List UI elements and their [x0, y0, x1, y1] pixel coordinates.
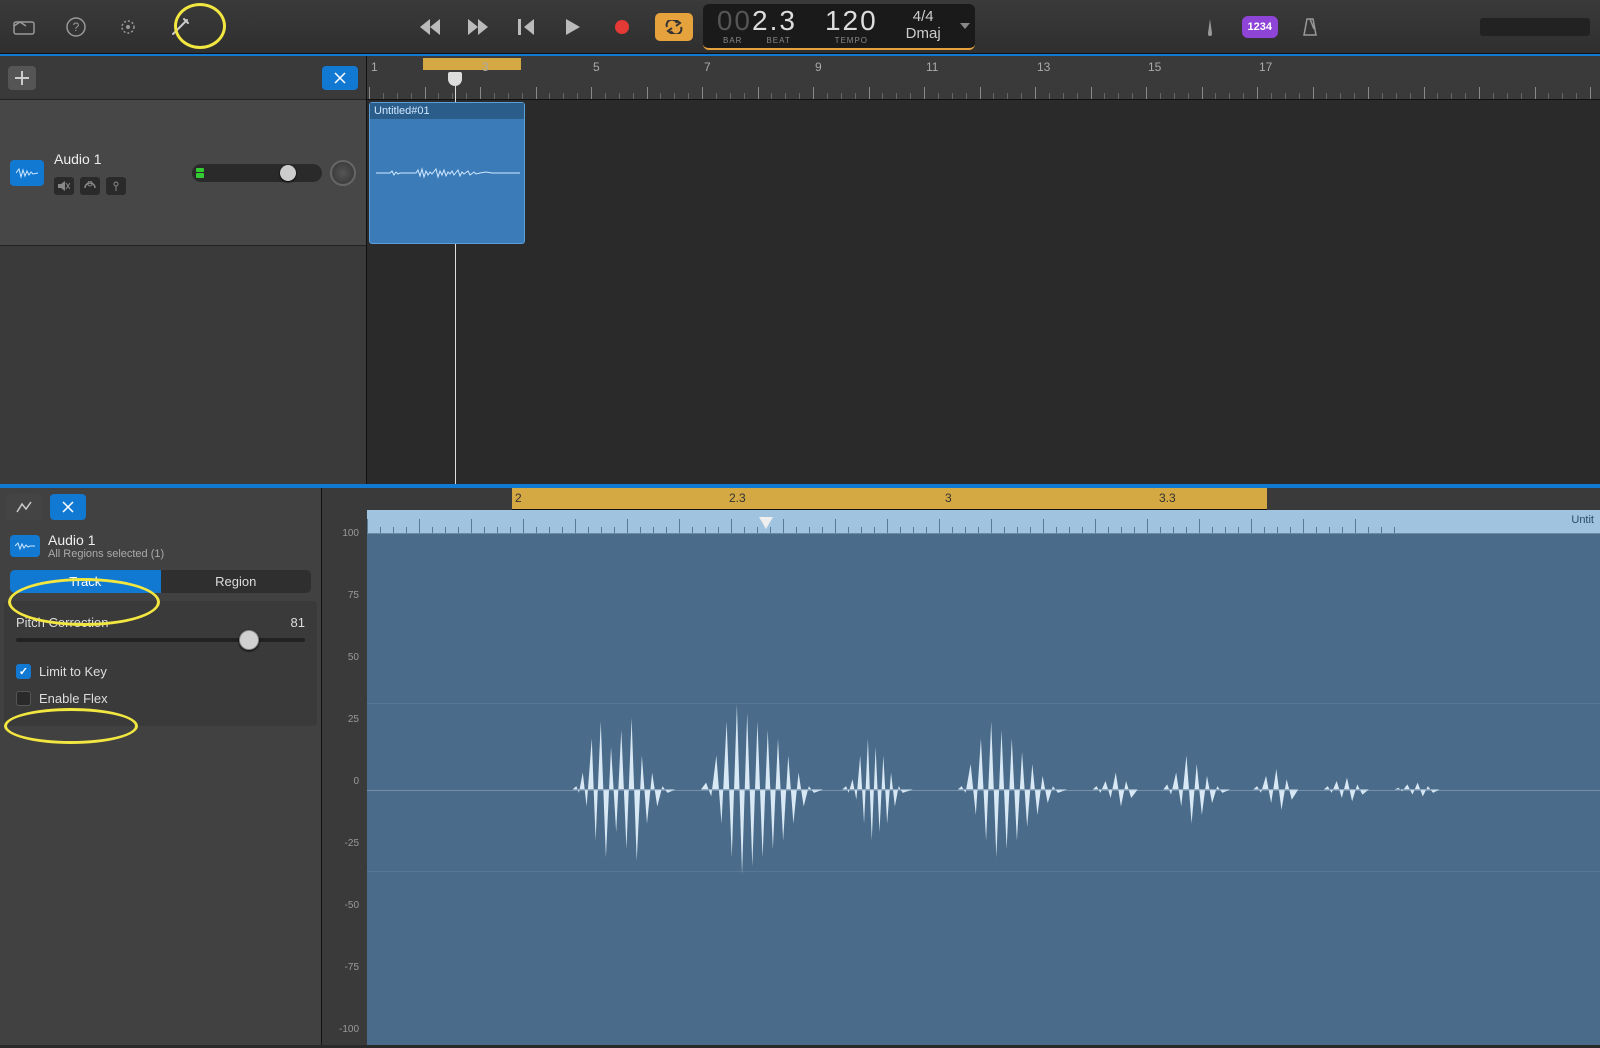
editor-title: Audio 1 — [48, 532, 164, 548]
lcd-beat-label: BEAT — [766, 36, 790, 45]
track-name-label: Audio 1 — [54, 151, 182, 167]
lcd-bar-prefix: 00 — [717, 5, 752, 36]
ruler-number: 13 — [1037, 56, 1050, 74]
forward-button[interactable] — [463, 12, 493, 42]
input-monitor-button[interactable] — [106, 177, 126, 195]
arrange-timeline[interactable]: 1357911131517 Untitled#01 — [367, 56, 1600, 484]
ruler-number: 15 — [1148, 56, 1161, 74]
lcd-dropdown-icon[interactable] — [955, 4, 975, 48]
yaxis-label: -75 — [326, 962, 363, 973]
editors-icon[interactable] — [166, 13, 194, 41]
ruler-number: 3 — [482, 56, 489, 74]
cycle-button[interactable] — [655, 13, 693, 41]
editor-yaxis: 100 75 50 25 0 -25 -50 -75 -100 — [322, 488, 367, 1045]
yaxis-label: 75 — [326, 590, 363, 601]
ruler-number: 17 — [1259, 56, 1272, 74]
region-name: Untitled#01 — [370, 103, 524, 119]
rewind-button[interactable] — [415, 12, 445, 42]
pitch-correction-label: Pitch Correction — [16, 615, 108, 630]
playhead-marker[interactable] — [448, 72, 462, 86]
count-in-badge[interactable]: 1234 — [1242, 16, 1278, 38]
record-button[interactable] — [607, 12, 637, 42]
mute-button[interactable] — [54, 177, 74, 195]
smart-controls-icon[interactable] — [114, 13, 142, 41]
master-volume[interactable] — [1480, 18, 1590, 36]
track-icon — [10, 160, 44, 186]
track-header-config-button[interactable] — [322, 66, 358, 90]
transport-controls — [415, 12, 693, 42]
ruler-number: 7 — [704, 56, 711, 74]
editor-canvas[interactable]: 2 2.3 3 3.3 Untit — [367, 488, 1600, 1045]
editor-sidebar: Audio 1 All Regions selected (1) Track R… — [0, 488, 322, 1045]
ruler-number: 11 — [926, 56, 938, 74]
play-button[interactable] — [559, 12, 589, 42]
yaxis-label: 100 — [326, 528, 363, 539]
editor-ruler-number: 3.3 — [1159, 491, 1176, 505]
yaxis-label: -50 — [326, 900, 363, 911]
yaxis-label: 0 — [326, 776, 363, 787]
editor-region-label: Untit — [1571, 514, 1594, 526]
editor-view-toggle[interactable] — [6, 494, 42, 520]
level-meter-icon — [196, 168, 204, 178]
editor-ruler-number: 2.3 — [729, 491, 746, 505]
lcd-bar-label: BAR — [723, 36, 742, 45]
lcd-bar-value: 2.3 — [752, 5, 797, 36]
editor-sub-ruler[interactable]: Untit — [367, 510, 1600, 534]
stop-button[interactable] — [511, 12, 541, 42]
lcd-key[interactable]: Dmaj — [906, 26, 941, 43]
tracks-area: Audio 1 — [0, 56, 1600, 484]
lcd-timesig[interactable]: 4/4 — [913, 9, 934, 26]
enable-flex-row[interactable]: Enable Flex — [16, 685, 305, 712]
lcd-tempo[interactable]: 120 — [825, 7, 878, 35]
add-track-button[interactable] — [8, 66, 36, 90]
tuner-icon[interactable] — [1196, 13, 1224, 41]
help-icon[interactable]: ? — [62, 13, 90, 41]
editor-catch-button[interactable] — [50, 494, 86, 520]
top-toolbar: ? 002.3 BAR BEAT — [0, 0, 1600, 54]
pitch-correction-slider[interactable] — [16, 638, 305, 642]
editor-track-icon — [10, 535, 40, 557]
lcd-display[interactable]: 002.3 BAR BEAT 120 TEMPO 4/4 Dmaj — [703, 4, 975, 50]
editor-area: Audio 1 All Regions selected (1) Track R… — [0, 484, 1600, 1045]
track-row[interactable]: Audio 1 — [0, 100, 366, 246]
editor-waveform[interactable] — [367, 534, 1600, 1045]
tracks-sidebar: Audio 1 — [0, 56, 367, 484]
yaxis-label: -100 — [326, 1024, 363, 1035]
limit-to-key-label: Limit to Key — [39, 664, 107, 679]
solo-button[interactable] — [80, 177, 100, 195]
audio-region[interactable]: Untitled#01 — [369, 102, 525, 244]
volume-thumb[interactable] — [280, 165, 296, 181]
tab-region[interactable]: Region — [161, 570, 312, 593]
ruler-number: 9 — [815, 56, 822, 74]
editor-main: 100 75 50 25 0 -25 -50 -75 -100 2 2.3 3 3.3 Untit — [322, 488, 1600, 1045]
limit-to-key-row[interactable]: Limit to Key — [16, 658, 305, 685]
editor-ruler[interactable]: 2 2.3 3 3.3 — [367, 488, 1600, 510]
lcd-tempo-label: TEMPO — [835, 36, 868, 45]
track-volume-slider[interactable] — [192, 164, 322, 182]
ruler-post — [1267, 488, 1600, 510]
ruler-number: 1 — [371, 56, 378, 74]
limit-to-key-checkbox[interactable] — [16, 664, 31, 679]
library-icon[interactable] — [10, 13, 38, 41]
cycle-region[interactable] — [423, 58, 521, 70]
metronome-icon[interactable] — [1296, 13, 1324, 41]
svg-text:?: ? — [73, 20, 80, 34]
enable-flex-checkbox[interactable] — [16, 691, 31, 706]
pan-knob[interactable] — [330, 160, 356, 186]
yaxis-label: 50 — [326, 652, 363, 663]
timeline-ruler[interactable]: 1357911131517 — [367, 56, 1600, 100]
region-waveform — [376, 163, 520, 183]
yaxis-label: -25 — [326, 838, 363, 849]
tab-track[interactable]: Track — [10, 570, 161, 593]
ruler-pre — [367, 488, 512, 510]
slider-thumb[interactable] — [239, 630, 259, 650]
pitch-correction-value: 81 — [291, 615, 305, 630]
enable-flex-label: Enable Flex — [39, 691, 108, 706]
editor-tabs: Track Region — [0, 566, 321, 597]
editor-ruler-number: 3 — [945, 491, 952, 505]
editor-subtitle: All Regions selected (1) — [48, 548, 164, 560]
ruler-number: 5 — [593, 56, 600, 74]
yaxis-label: 25 — [326, 714, 363, 725]
editor-ruler-number: 2 — [515, 491, 522, 505]
